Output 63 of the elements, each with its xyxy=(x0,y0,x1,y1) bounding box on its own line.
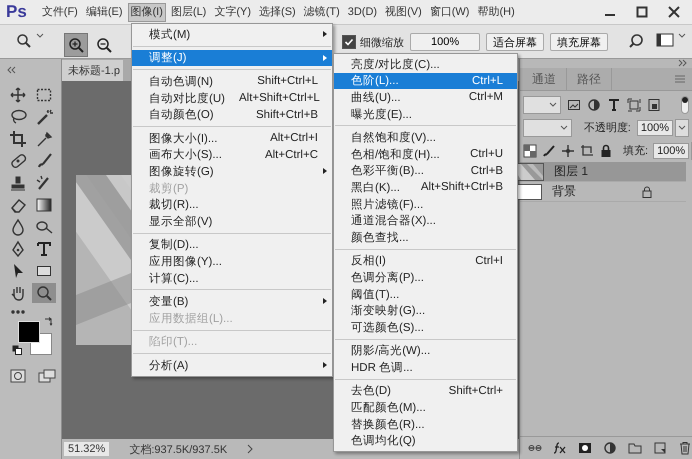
document-size: 文档:937.5K/937.5K xyxy=(129,442,228,456)
opacity-label: 不透明度: xyxy=(584,120,631,135)
checkbox-label: 细微缩放 xyxy=(360,36,404,50)
opacity-field[interactable]: 100% xyxy=(636,120,673,136)
menu-item[interactable]: 选择(S) xyxy=(256,2,299,22)
menu-item[interactable]: 编辑(E) xyxy=(82,2,126,22)
fill-label: 填充: xyxy=(623,144,648,158)
app-logo: Ps xyxy=(6,2,27,22)
menu-item[interactable]: 窗口(W) xyxy=(426,2,472,22)
menu-item[interactable]: 自动色调(N) Shift+Ctrl+L xyxy=(132,73,332,90)
menu-item[interactable]: 通道混合器(X)... xyxy=(334,212,517,229)
menu-item[interactable]: 计算(C)... xyxy=(132,270,332,286)
menu-item[interactable]: 帮助(H) xyxy=(474,2,518,22)
menu-item[interactable]: 显示全部(V) xyxy=(132,212,332,230)
menu-item[interactable]: 3D(D) xyxy=(344,2,380,22)
menu-item[interactable]: HDR 色调... xyxy=(334,359,517,376)
menu-item[interactable]: 替换颜色(R)... xyxy=(334,416,517,432)
menu-item[interactable]: 滤镜(T) xyxy=(300,2,343,22)
menu-item[interactable]: 分析(A) xyxy=(132,357,332,374)
menu-item[interactable]: 渐变映射(G)... xyxy=(334,302,517,319)
menu-item[interactable]: 复制(D)... xyxy=(132,236,332,254)
menu-item[interactable]: 可选颜色(S)... xyxy=(334,318,517,336)
menu-item[interactable]: 变量(B) xyxy=(132,293,332,310)
menu-item[interactable]: 阈值(T)... xyxy=(334,286,517,302)
menu-item[interactable]: 图像大小(I)... Alt+Ctrl+I xyxy=(132,130,332,147)
layer-name: 图层 1 xyxy=(554,163,588,180)
menu-item[interactable]: 图层(L) xyxy=(168,2,210,22)
zoom-preset-button[interactable]: 填充屏幕 xyxy=(550,33,608,51)
menu-item[interactable]: 亮度/对比度(C)... xyxy=(334,56,517,73)
menu-item[interactable]: 图像旋转(G) xyxy=(132,163,332,180)
menu-item[interactable]: 视图(V) xyxy=(382,2,425,22)
menu-item[interactable]: 曲线(U)... Ctrl+M xyxy=(334,89,517,106)
menu-item[interactable]: 颜色查找... xyxy=(334,228,517,246)
menu-item[interactable]: 黑白(K)... Alt+Shift+Ctrl+B xyxy=(334,179,517,196)
menu-item[interactable]: 画布大小(S)... Alt+Ctrl+C xyxy=(132,146,332,164)
menu-item[interactable]: 裁切(R)... xyxy=(132,196,332,213)
menu-item[interactable]: 自动对比度(U) Alt+Shift+Ctrl+L xyxy=(132,90,332,106)
menu-item[interactable]: 色调分离(P)... xyxy=(334,269,517,286)
fill-field[interactable]: 100% xyxy=(653,142,690,158)
menu-item[interactable]: 自然饱和度(V)... xyxy=(334,129,517,146)
menu-item[interactable]: 去色(D) Shift+Ctrl+ xyxy=(334,382,517,400)
menu-item[interactable]: 文件(F) xyxy=(38,2,81,22)
menu-item[interactable]: 模式(M) xyxy=(132,26,332,43)
menu-item[interactable]: 匹配颜色(M)... xyxy=(334,399,517,416)
menu-item[interactable]: 阴影/高光(W)... xyxy=(334,342,517,360)
layer-row[interactable]: 图层 1 xyxy=(520,162,686,182)
menu-item[interactable]: 调整(J) xyxy=(132,50,332,66)
zoom-level[interactable]: 51.32% xyxy=(64,442,110,456)
menu-item[interactable]: 色相/饱和度(H)... Ctrl+U xyxy=(334,146,517,163)
menu-item[interactable]: 照片滤镜(F)... xyxy=(334,196,517,212)
zoom-preset-button[interactable]: 100% xyxy=(410,33,480,51)
layer-name: 背景 xyxy=(552,183,576,200)
menu-item[interactable]: 色阶(L)... Ctrl+L xyxy=(334,72,517,90)
menu-item[interactable]: 色调均化(Q) xyxy=(334,432,517,450)
menu-item[interactable]: 色彩平衡(B)... Ctrl+B xyxy=(334,162,517,180)
document-tab[interactable]: 未标题-1.p xyxy=(62,60,123,81)
zoom-preset-button[interactable]: 适合屏幕 xyxy=(486,33,544,51)
menu-item[interactable]: 反相(I) Ctrl+I xyxy=(334,252,517,270)
menu-item[interactable]: 自动颜色(O) Shift+Ctrl+B xyxy=(132,106,332,123)
menu-item[interactable]: 曝光度(E)... xyxy=(334,106,517,122)
menu-item[interactable]: 文字(Y) xyxy=(211,2,254,22)
menu-item[interactable]: 图像(I) xyxy=(128,2,166,22)
menu-item[interactable]: 应用图像(Y)... xyxy=(132,253,332,270)
